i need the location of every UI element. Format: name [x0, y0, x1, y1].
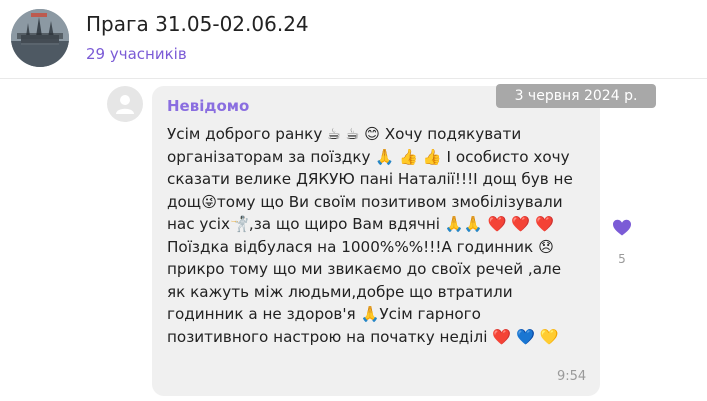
message-line: нас усіх🤺,за що щиро Вам вдячні 🙏🙏 ❤️ ❤️… — [167, 215, 554, 233]
message-line: Поїздка відбулася на 1000%%%!!!А годинни… — [167, 237, 554, 256]
message-line: сказати велике ДЯКУЮ пані Наталії!!!І до… — [167, 170, 573, 188]
reaction-count: 5 — [618, 252, 626, 266]
group-title[interactable]: Прага 31.05-02.06.24 — [86, 12, 309, 36]
user-silhouette-icon — [116, 95, 134, 114]
date-badge: 3 червня 2024 р. — [496, 84, 656, 108]
group-avatar[interactable] — [11, 9, 69, 67]
reaction-button[interactable]: 5 — [610, 218, 634, 266]
message-line: годинник а не здоров'я 🙏Усім гарного — [167, 305, 481, 323]
message-line: як кажуть між людьми,добре що втратили — [167, 282, 513, 301]
chat-page: Прага 31.05-02.06.24 29 учасників 3 черв… — [0, 0, 707, 401]
sender-name[interactable]: Невідомо — [167, 97, 249, 115]
message-line: Усім доброго ранку ☕ ☕ 😊 Хочу подякувати — [167, 125, 522, 143]
chat-header[interactable]: Прага 31.05-02.06.24 29 учасників — [0, 0, 707, 79]
message-line: прикро тому що ми звикаємо до своїх рече… — [167, 260, 562, 278]
purple-heart-icon — [613, 219, 631, 236]
message-line: організаторам за поїздку 🙏 👍 👍 І особист… — [167, 147, 570, 166]
prague-photo-icon — [11, 9, 69, 67]
message-time: 9:54 — [557, 369, 587, 384]
member-count[interactable]: 29 учасників — [86, 45, 187, 63]
message-text: Усім доброго ранку ☕ ☕ 😊 Хочу подякувати… — [167, 123, 597, 348]
message-line: позитивного настрою на початку неділі ❤️… — [167, 327, 559, 346]
user-avatar[interactable] — [107, 86, 143, 122]
message-line: дощ😜тому що Ви своїм позитивом змобілізу… — [167, 192, 563, 211]
